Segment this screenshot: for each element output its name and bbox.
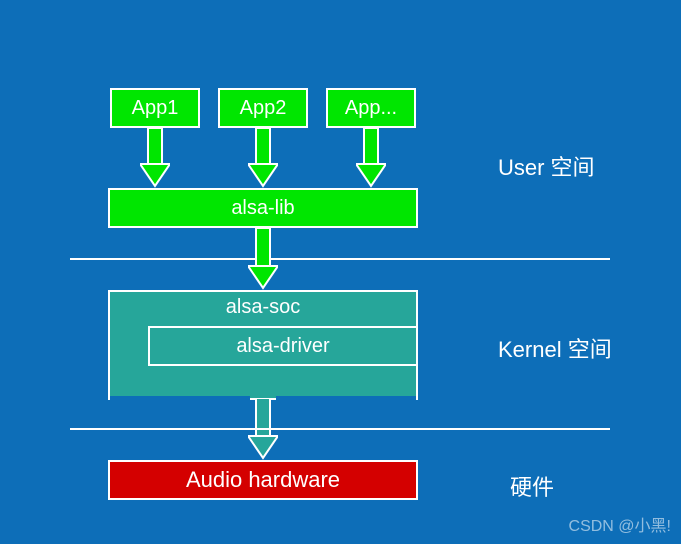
arrow-appn-to-lib	[356, 128, 386, 188]
app1-label: App1	[132, 97, 179, 120]
appn-box: App...	[326, 88, 416, 128]
alsa-driver-box: alsa-driver	[148, 326, 418, 366]
alsa-lib-label: alsa-lib	[231, 197, 294, 220]
app2-box: App2	[218, 88, 308, 128]
arrow-app2-to-lib	[248, 128, 278, 188]
region-hw-label: 硬件	[510, 470, 554, 502]
audio-hardware-label: Audio hardware	[186, 467, 340, 493]
alsa-lib-box: alsa-lib	[108, 188, 418, 228]
appn-label: App...	[345, 97, 397, 120]
divider-kernel-hw	[70, 428, 610, 430]
watermark-text: CSDN @小黑!	[569, 517, 671, 536]
region-kernel-label: Kernel 空间	[498, 332, 612, 364]
region-user-label: User 空间	[498, 150, 595, 182]
divider-user-kernel	[70, 258, 610, 260]
arrow-app1-to-lib	[140, 128, 170, 188]
alsa-soc-label: alsa-soc	[226, 296, 300, 319]
arrow-lib-to-soc	[248, 228, 278, 290]
alsa-driver-label: alsa-driver	[236, 335, 329, 358]
app1-box: App1	[110, 88, 200, 128]
audio-hardware-box: Audio hardware	[108, 460, 418, 500]
app2-label: App2	[240, 97, 287, 120]
